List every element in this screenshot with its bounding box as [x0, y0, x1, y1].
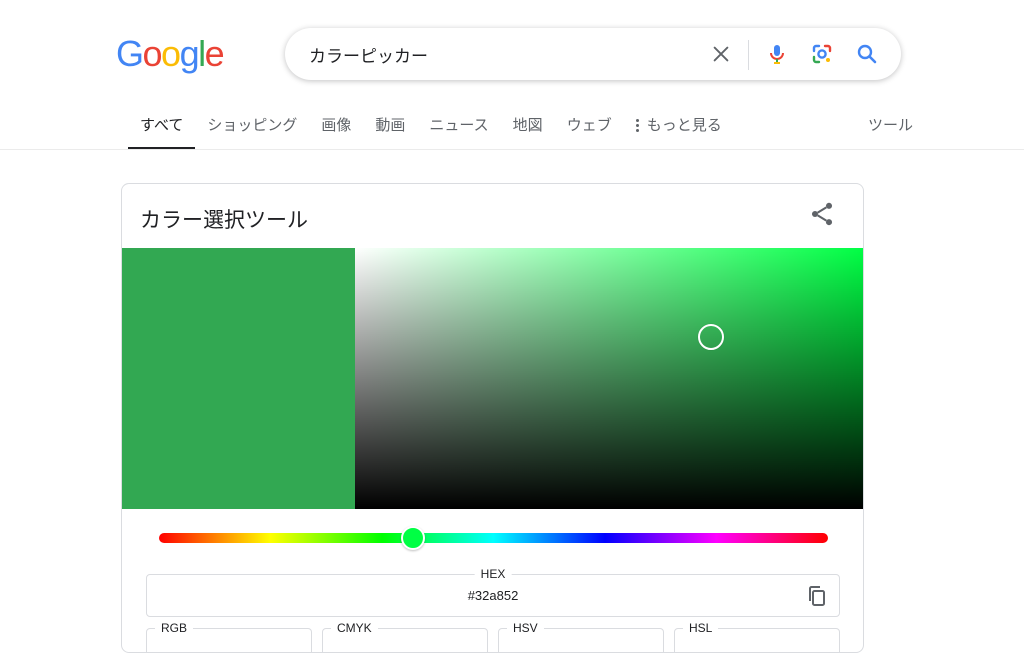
share-button[interactable]: [808, 200, 836, 228]
image-search-button[interactable]: [808, 40, 836, 68]
rgb-field[interactable]: RGB: [146, 620, 312, 652]
search-box: [285, 28, 901, 80]
voice-search-button[interactable]: [763, 40, 791, 68]
tab-maps[interactable]: 地図: [501, 98, 555, 150]
search-divider: [748, 40, 749, 70]
tab-all[interactable]: すべて: [128, 98, 196, 150]
search-input[interactable]: [309, 28, 689, 80]
tab-videos[interactable]: 動画: [363, 98, 417, 150]
search-button[interactable]: [853, 40, 881, 68]
hsl-label: HSL: [683, 620, 719, 636]
tab-more[interactable]: もっと見る: [624, 98, 734, 150]
tab-web[interactable]: ウェブ: [555, 98, 624, 150]
share-icon: [811, 202, 833, 226]
hue-slider[interactable]: [159, 533, 828, 543]
tabs-divider: [0, 149, 1024, 150]
search-icon: [857, 44, 877, 64]
mic-icon: [770, 45, 784, 64]
lens-icon: [812, 44, 832, 64]
cmyk-label: CMYK: [331, 620, 378, 636]
saturation-value-area[interactable]: [355, 248, 863, 509]
cmyk-field[interactable]: CMYK: [322, 620, 488, 652]
hex-field[interactable]: HEX #32a852: [146, 566, 840, 617]
card-title: カラー選択ツール: [140, 208, 308, 232]
copy-button[interactable]: [805, 584, 829, 608]
hex-value[interactable]: #32a852: [147, 588, 839, 603]
logo-letter: G: [116, 33, 144, 74]
hsv-label: HSV: [507, 620, 544, 636]
hue-slider-handle[interactable]: [401, 526, 426, 550]
google-logo[interactable]: Google: [116, 32, 225, 76]
tab-images[interactable]: 画像: [309, 98, 363, 150]
logo-letter: o: [161, 33, 181, 74]
hsl-field[interactable]: HSL: [674, 620, 840, 652]
logo-letter: e: [204, 33, 225, 74]
color-picker-card: カラー選択ツール HEX #32a852 RGB CMYK HSV HSL: [121, 183, 864, 653]
copy-icon: [809, 586, 825, 606]
rgb-label: RGB: [155, 620, 194, 636]
tools-button[interactable]: ツール: [856, 98, 925, 150]
clear-button[interactable]: [707, 40, 735, 68]
hex-label: HEX: [474, 566, 512, 582]
logo-letter: g: [179, 33, 200, 74]
hsv-field[interactable]: HSV: [498, 620, 664, 652]
tab-more-label: もっと見る: [646, 116, 722, 134]
color-swatch: [122, 248, 355, 509]
search-tabs: すべて ショッピング 画像 動画 ニュース 地図 ウェブ もっと見る: [128, 98, 734, 150]
close-icon: [713, 46, 729, 62]
tab-news[interactable]: ニュース: [417, 98, 500, 150]
more-vert-icon: [635, 119, 639, 132]
sv-black-gradient: [355, 248, 863, 509]
tab-shopping[interactable]: ショッピング: [195, 98, 309, 150]
sv-handle[interactable]: [698, 323, 725, 350]
logo-letter: o: [142, 33, 163, 74]
